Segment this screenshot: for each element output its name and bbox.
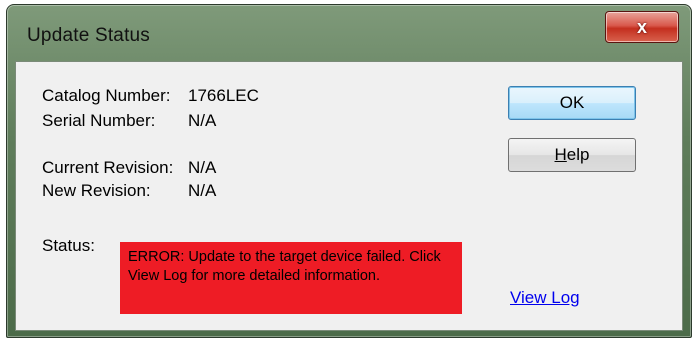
close-icon: x xyxy=(636,16,647,37)
view-log-link[interactable]: View Log xyxy=(510,288,580,308)
catalog-number-value: 1766LEC xyxy=(188,86,259,105)
status-error-message: ERROR: Update to the target device faile… xyxy=(120,242,462,314)
serial-number-label: Serial Number: xyxy=(42,111,156,130)
ok-button-label: OK xyxy=(559,93,585,112)
new-revision-label: New Revision: xyxy=(42,181,151,200)
close-button[interactable]: x xyxy=(605,11,679,43)
help-button[interactable]: Help xyxy=(508,138,636,172)
catalog-number-label: Catalog Number: xyxy=(42,86,171,105)
update-status-dialog: Update Status x Catalog Number: 1766LEC … xyxy=(6,4,692,338)
ok-button[interactable]: OK xyxy=(508,86,636,120)
title-bar[interactable]: Update Status x xyxy=(7,5,691,61)
current-revision-label: Current Revision: xyxy=(42,158,174,177)
serial-number-value: N/A xyxy=(188,111,217,130)
new-revision-value: N/A xyxy=(188,181,217,200)
dialog-title: Update Status xyxy=(27,25,151,46)
dialog-body: Catalog Number: 1766LEC Serial Number: N… xyxy=(15,61,683,331)
current-revision-value: N/A xyxy=(188,158,217,177)
help-button-label: Help xyxy=(554,145,590,164)
status-label: Status: xyxy=(42,236,95,255)
